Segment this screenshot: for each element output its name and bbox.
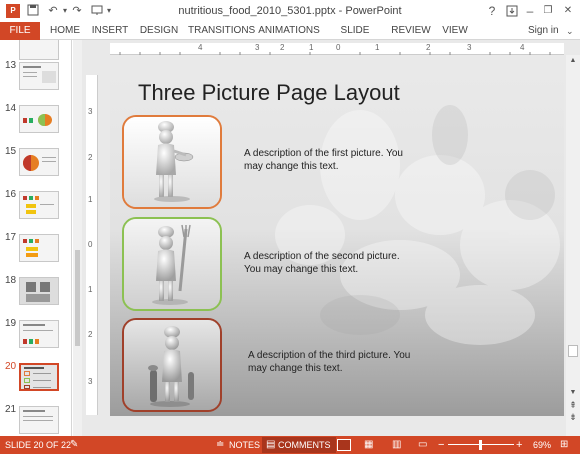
ruler-label: 1: [88, 285, 93, 294]
previous-slide-icon[interactable]: ⇞: [568, 400, 578, 410]
chef-with-fork-image: [152, 224, 191, 305]
ruler-label: 4: [198, 43, 203, 52]
outline-view-icon[interactable]: ▦: [364, 436, 373, 454]
ruler-label: 1: [88, 195, 93, 204]
close-button[interactable]: ✕: [558, 2, 578, 20]
ruler-label: 3: [88, 377, 93, 386]
restore-button[interactable]: ❐: [538, 2, 558, 20]
description-line: may change this text.: [248, 363, 343, 374]
help-button[interactable]: ?: [482, 2, 502, 20]
slide-number: 15: [5, 146, 17, 157]
slide-number: 20: [5, 361, 17, 372]
slide-number: 21: [5, 404, 17, 415]
spell-check-icon[interactable]: ✎: [70, 436, 78, 454]
slide-thumbnail-partial[interactable]: [19, 40, 59, 60]
description-line: may change this text.: [244, 161, 339, 172]
thumbnail-scrollbar-thumb[interactable]: [75, 250, 80, 346]
next-slide-icon[interactable]: ⇟: [568, 412, 578, 422]
slide-number: 17: [5, 232, 17, 243]
normal-view-icon[interactable]: [337, 439, 351, 451]
current-slide[interactable]: Three Picture Page Layout A description …: [110, 75, 564, 416]
tab-animations[interactable]: ANIMATIONS: [256, 22, 322, 40]
chef-with-pepper-mill-image: [148, 326, 194, 407]
tab-design[interactable]: DESIGN: [138, 22, 180, 40]
zoom-level[interactable]: 69%: [533, 436, 551, 454]
slide-counter[interactable]: SLIDE 20 OF 22: [5, 436, 71, 454]
slide-number: 16: [5, 189, 17, 200]
comments-button[interactable]: COMMENTS: [278, 436, 331, 454]
save-icon[interactable]: [26, 4, 40, 18]
horizontal-ruler: 4 3 2 1 0 1 2 3 4: [110, 43, 564, 55]
tab-transitions[interactable]: TRANSITIONS: [188, 22, 255, 40]
ruler-label: 3: [467, 43, 472, 52]
ruler-label: 4: [520, 43, 525, 52]
notes-icon[interactable]: ≐: [216, 436, 224, 454]
ruler-label: 1: [375, 43, 380, 52]
picture-3-description[interactable]: A description of the third picture. You …: [248, 349, 438, 375]
slide-number: 19: [5, 318, 17, 329]
tab-review[interactable]: REVIEW: [390, 22, 432, 40]
slide-thumbnail-pane: 13 14 15 16 17 18 19 20 21: [0, 40, 72, 436]
tab-slide-show[interactable]: SLIDE SHOW: [328, 22, 382, 54]
ruler-label: 2: [280, 43, 285, 52]
slide-thumbnail-16[interactable]: [19, 191, 59, 219]
ruler-label: 2: [426, 43, 431, 52]
fit-slide-icon[interactable]: ⊞: [560, 436, 568, 454]
zoom-out-icon[interactable]: −: [438, 436, 444, 454]
picture-2-description[interactable]: A description of the second picture. You…: [244, 250, 434, 276]
scroll-thumb[interactable]: [568, 345, 578, 357]
ruler-label: 1: [309, 43, 314, 52]
slide-number: 14: [5, 103, 17, 114]
slide-thumbnail-18[interactable]: [19, 277, 59, 305]
tab-view[interactable]: VIEW: [440, 22, 470, 40]
ruler-label: 3: [88, 107, 93, 116]
description-line: A description of the third picture. You: [248, 350, 411, 361]
picture-1-description[interactable]: A description of the first picture. You …: [244, 147, 434, 173]
comments-icon[interactable]: ▤: [266, 436, 275, 454]
slide-thumbnail-19[interactable]: [19, 320, 59, 348]
slide-show-icon[interactable]: ▭: [418, 436, 427, 454]
slide-thumbnail-17[interactable]: [19, 234, 59, 262]
slide-sorter-icon[interactable]: ▥: [392, 436, 401, 454]
collapse-ribbon-icon[interactable]: ⌄: [566, 24, 576, 38]
redo-icon[interactable]: ↷: [70, 4, 84, 18]
slide-thumbnail-21[interactable]: [19, 406, 59, 434]
description-line: A description of the first picture. You: [244, 148, 403, 159]
slide-number: 18: [5, 275, 17, 286]
slide-thumbnail-14[interactable]: [19, 105, 59, 133]
tab-insert[interactable]: INSERT: [90, 22, 130, 40]
zoom-in-icon[interactable]: +: [516, 436, 522, 454]
slide-title[interactable]: Three Picture Page Layout: [138, 80, 400, 106]
ruler-label: 0: [88, 240, 93, 249]
zoom-slider-thumb[interactable]: [479, 440, 482, 450]
chef-serving-tray-image: [154, 121, 194, 202]
minimize-button[interactable]: –: [520, 2, 540, 20]
ruler-label: 2: [88, 153, 93, 162]
ribbon-display-options-icon[interactable]: [502, 2, 522, 20]
picture-frame-3[interactable]: [122, 318, 222, 412]
picture-frame-2[interactable]: [122, 217, 222, 311]
powerpoint-logo-icon: P: [6, 4, 20, 18]
ruler-label: 3: [255, 43, 260, 52]
sign-in-link[interactable]: Sign in: [528, 22, 559, 40]
vertical-ruler: 3 2 1 0 1 2 3: [86, 75, 98, 415]
description-line: You may change this text.: [244, 264, 359, 275]
picture-frame-1[interactable]: [122, 115, 222, 209]
slide-vertical-scrollbar[interactable]: ▲ ▼ ⇞ ⇟: [566, 55, 580, 436]
scroll-down-icon[interactable]: ▼: [568, 389, 578, 397]
notes-button[interactable]: NOTES: [229, 436, 260, 454]
thumbnail-scrollbar[interactable]: [73, 40, 82, 436]
customize-qat-icon[interactable]: ▾: [102, 4, 116, 18]
slide-thumbnail-13[interactable]: [19, 62, 59, 90]
slide-number: 13: [5, 60, 17, 71]
scroll-up-icon[interactable]: ▲: [568, 57, 578, 65]
ruler-label: 0: [336, 43, 341, 52]
slide-thumbnail-15[interactable]: [19, 148, 59, 176]
description-line: A description of the second picture.: [244, 251, 400, 262]
tab-file[interactable]: FILE: [0, 22, 40, 40]
ruler-label: 2: [88, 330, 93, 339]
slide-thumbnail-20[interactable]: [19, 363, 59, 391]
tab-home[interactable]: HOME: [48, 22, 82, 40]
